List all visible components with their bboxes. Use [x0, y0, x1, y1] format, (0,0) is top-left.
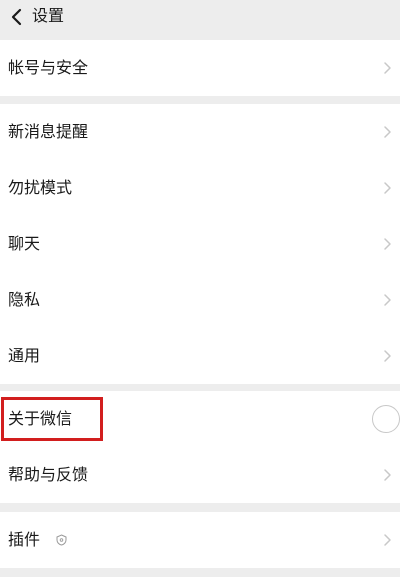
- chevron-left-icon[interactable]: [8, 7, 24, 27]
- settings-item-label: 聊天: [8, 234, 41, 253]
- settings-item-plugins[interactable]: 插件: [0, 512, 400, 568]
- chevron-right-icon: [384, 294, 391, 306]
- settings-item-general[interactable]: 通用: [0, 328, 400, 384]
- settings-item-chat[interactable]: 聊天: [0, 216, 400, 272]
- circle-icon: [372, 405, 400, 433]
- navigation-bar: 设置: [0, 0, 400, 34]
- settings-item-label: 帐号与安全: [8, 58, 89, 77]
- chevron-right-icon: [384, 350, 391, 362]
- settings-item-new-message-alerts[interactable]: 新消息提醒: [0, 104, 400, 160]
- settings-item-label: 帮助与反馈: [8, 465, 89, 484]
- chevron-right-icon: [384, 126, 391, 138]
- chevron-right-icon: [384, 62, 391, 74]
- chevron-right-icon: [384, 534, 391, 546]
- settings-group-general: 新消息提醒 勿扰模式 聊天 隐私 通用: [0, 104, 400, 384]
- chevron-right-icon: [384, 238, 391, 250]
- shield-icon: [56, 534, 67, 546]
- settings-item-label: 插件: [8, 530, 41, 549]
- settings-item-label: 通用: [8, 346, 41, 365]
- settings-item-account-security[interactable]: 帐号与安全: [0, 40, 400, 96]
- settings-item-label: 新消息提醒: [8, 122, 89, 141]
- page-title: 设置: [32, 6, 65, 25]
- settings-group-account: 帐号与安全: [0, 40, 400, 96]
- chevron-right-icon: [384, 182, 391, 194]
- settings-item-label: 隐私: [8, 290, 41, 309]
- settings-item-do-not-disturb[interactable]: 勿扰模式: [0, 160, 400, 216]
- chevron-right-icon: [384, 469, 391, 481]
- highlight-annotation: [1, 397, 103, 441]
- settings-item-help-feedback[interactable]: 帮助与反馈: [0, 447, 400, 503]
- settings-group-plugins: 插件: [0, 512, 400, 568]
- settings-item-label: 勿扰模式: [8, 178, 73, 197]
- settings-item-privacy[interactable]: 隐私: [0, 272, 400, 328]
